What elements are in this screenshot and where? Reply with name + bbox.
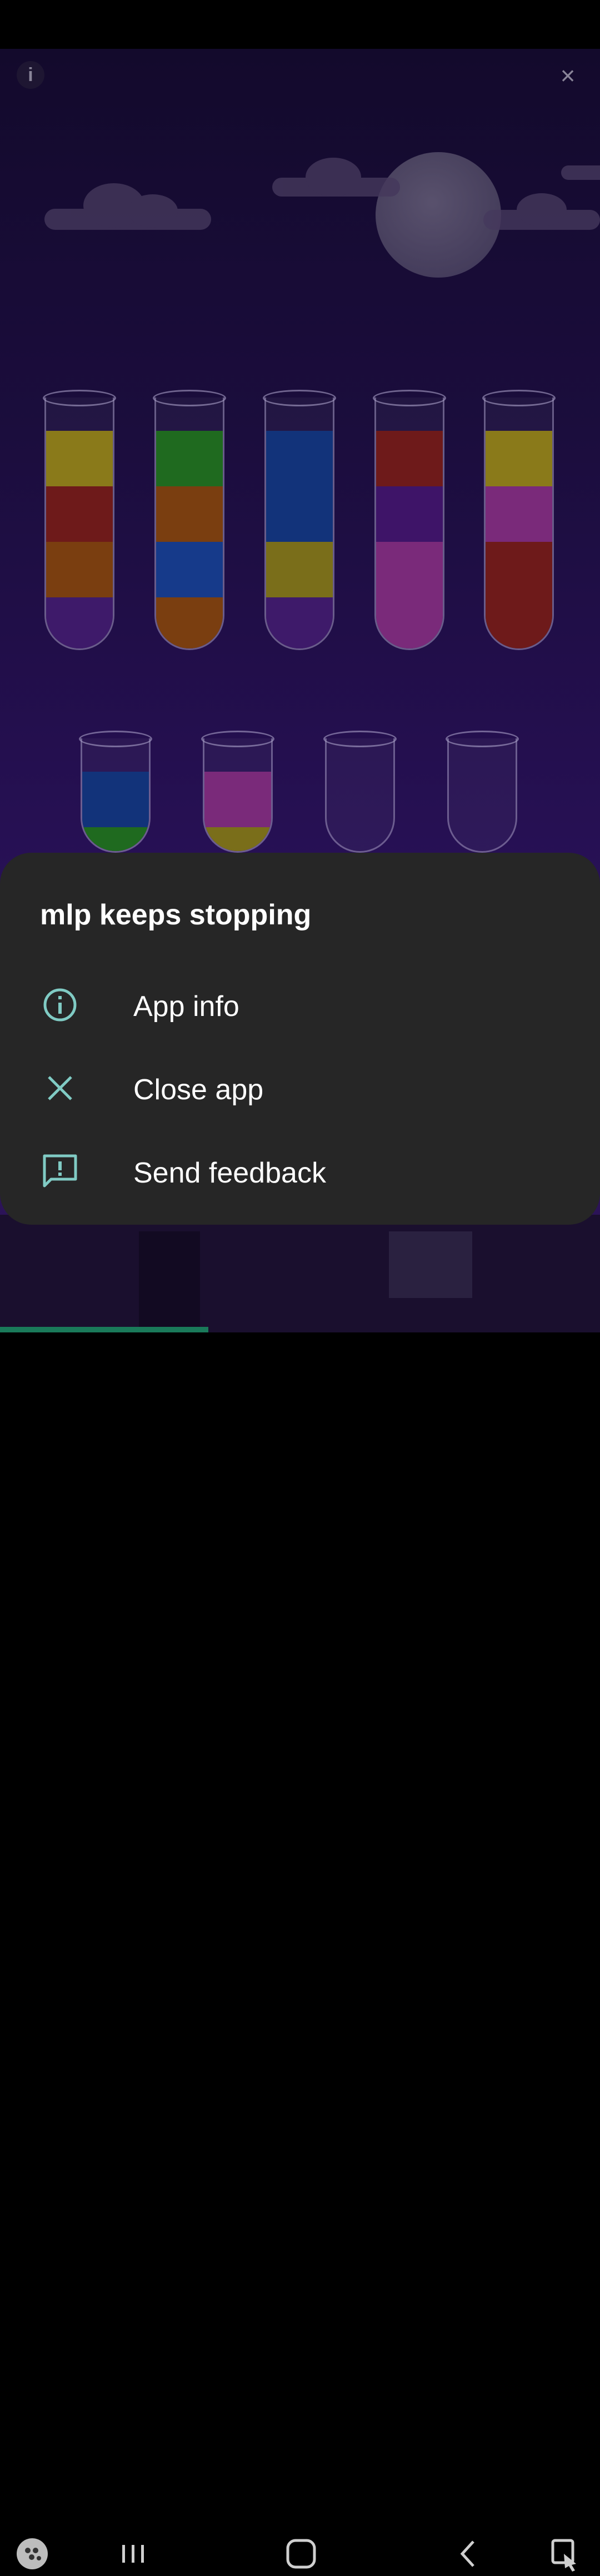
liquid-layer [204,827,271,851]
liquid-layer [204,772,271,827]
back-icon[interactable] [444,2532,494,2576]
tube[interactable] [81,738,151,853]
liquid-layer [46,597,113,648]
game-close-button[interactable]: × [551,60,584,93]
info-icon [43,988,77,1022]
tube[interactable] [447,738,517,853]
liquid-layer [376,486,443,542]
cloud-decoration [483,193,600,230]
app-info-label: App info [133,990,239,1023]
liquid-layer [156,542,223,597]
game-launcher-icon[interactable] [11,2532,61,2576]
liquid-layer [46,542,113,597]
cloud-decoration [44,183,211,230]
liquid-layer [486,597,552,648]
tube[interactable] [325,738,395,853]
liquid-layer [156,597,223,648]
liquid-layer [266,542,333,597]
liquid-layer [376,542,443,597]
status-bar [0,0,600,49]
liquid-layer [486,431,552,486]
cloud-decoration [561,165,600,180]
tube[interactable] [203,738,273,853]
liquid-layer [46,486,113,542]
liquid-layer [46,431,113,486]
liquid-layer [376,597,443,648]
liquid-layer [266,486,333,542]
cloud-decoration [272,158,400,197]
liquid-layer [376,431,443,486]
game-info-button[interactable]: i [17,61,44,89]
send-feedback-label: Send feedback [133,1157,326,1189]
navigation-bar [0,1260,600,2572]
liquid-layer [486,486,552,542]
liquid-layer [486,542,552,597]
close-app-label: Close app [133,1074,264,1106]
tube[interactable] [44,398,114,650]
progress-indicator [0,1327,208,1332]
dialog-title: mlp keeps stopping [40,899,312,931]
feedback-icon [43,1154,77,1188]
close-icon [48,1076,72,1100]
liquid-layer [266,431,333,486]
liquid-layer [156,486,223,542]
tube[interactable] [154,398,224,650]
liquid-layer [156,431,223,486]
liquid-layer [82,772,149,827]
close-app-option[interactable]: Close app [0,1046,600,1130]
moon-decoration [376,152,501,278]
home-icon[interactable] [275,2532,325,2576]
tube[interactable] [264,398,334,650]
gesture-icon[interactable] [542,2532,592,2576]
send-feedback-option[interactable]: Send feedback [0,1130,600,1213]
tube[interactable] [484,398,554,650]
app-info-option[interactable]: App info [0,963,600,1046]
recent-apps-icon[interactable] [108,2532,158,2576]
liquid-layer [266,597,333,648]
tube[interactable] [374,398,444,650]
liquid-layer [82,827,149,851]
